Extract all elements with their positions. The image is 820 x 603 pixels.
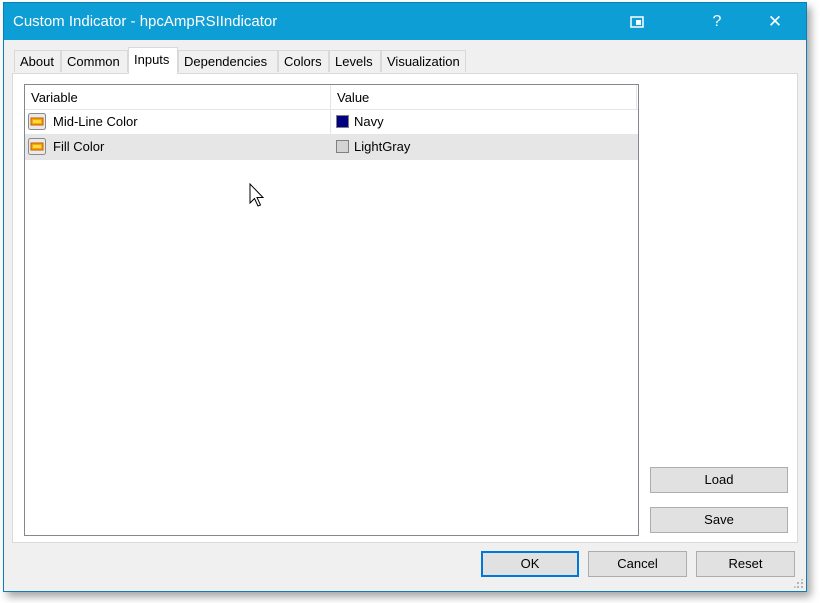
camera-icon (630, 15, 644, 28)
tab-visualization[interactable]: Visualization (381, 50, 466, 72)
window-title: Custom Indicator - hpcAmpRSIIndicator (13, 13, 278, 30)
parameter-icon (28, 113, 46, 130)
column-header-value[interactable]: Value (331, 85, 636, 109)
tab-colors[interactable]: Colors (278, 50, 329, 72)
tab-dependencies[interactable]: Dependencies (178, 50, 278, 72)
resize-grip-icon[interactable] (794, 579, 804, 589)
tab-common[interactable]: Common (61, 50, 128, 72)
variable-name: Fill Color (53, 139, 105, 154)
column-header-variable[interactable]: Variable (25, 85, 330, 109)
help-button[interactable]: ? (694, 3, 740, 40)
grid-header: Variable Value (25, 85, 638, 110)
property-grid[interactable]: Variable Value Mid-Line Color Navy Fill … (24, 84, 639, 536)
variable-value: LightGray (354, 139, 411, 154)
color-swatch (336, 115, 349, 128)
grid-row[interactable]: Mid-Line Color Navy (25, 110, 638, 135)
dialog-window: Custom Indicator - hpcAmpRSIIndicator ? … (3, 2, 807, 592)
reset-button[interactable]: Reset (696, 551, 795, 577)
close-button[interactable]: ✕ (752, 3, 798, 40)
title-bar[interactable]: Custom Indicator - hpcAmpRSIIndicator ? … (4, 3, 806, 40)
ok-button[interactable]: OK (481, 551, 579, 577)
screenshot-icon[interactable] (614, 3, 660, 40)
parameter-icon (28, 138, 46, 155)
color-swatch (336, 140, 349, 153)
grid-row[interactable]: Fill Color LightGray (25, 135, 638, 160)
load-button[interactable]: Load (650, 467, 788, 493)
tab-levels[interactable]: Levels (329, 50, 381, 72)
variable-name: Mid-Line Color (53, 114, 138, 129)
inputs-panel: Variable Value Mid-Line Color Navy Fill … (12, 73, 798, 543)
mouse-cursor-icon (249, 183, 265, 207)
tab-about[interactable]: About (14, 50, 61, 72)
tab-inputs[interactable]: Inputs (128, 47, 178, 74)
help-icon: ? (712, 12, 722, 30)
variable-value: Navy (354, 114, 384, 129)
close-icon: ✕ (767, 11, 783, 31)
save-button[interactable]: Save (650, 507, 788, 533)
cancel-button[interactable]: Cancel (588, 551, 687, 577)
